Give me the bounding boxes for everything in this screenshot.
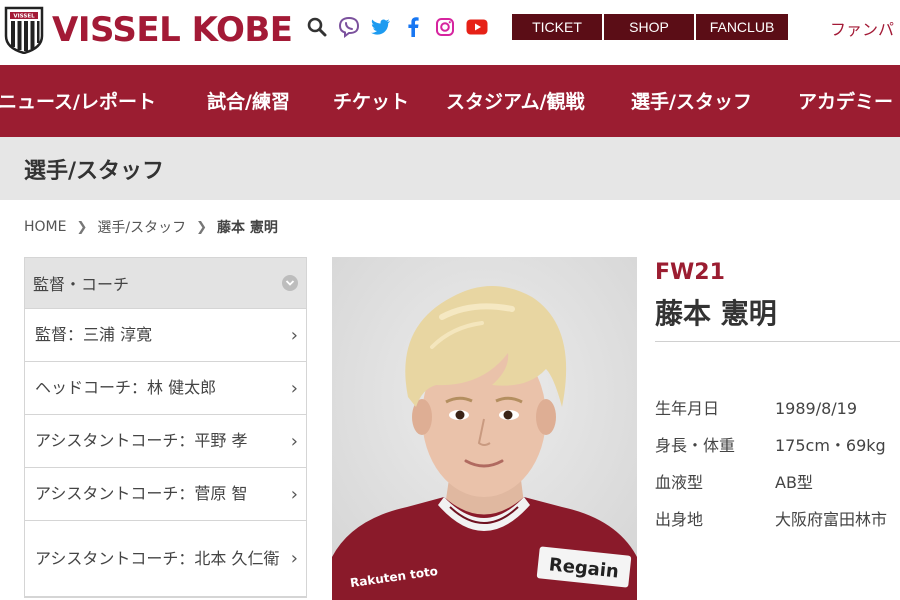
breadcrumb-current: 藤本 憲明 bbox=[217, 220, 278, 236]
twitter-icon[interactable] bbox=[370, 16, 392, 38]
shop-link[interactable]: SHOP bbox=[604, 14, 696, 40]
chevron-down-icon[interactable] bbox=[282, 275, 298, 291]
ticket-link[interactable]: TICKET bbox=[512, 14, 604, 40]
instagram-icon[interactable] bbox=[434, 16, 456, 38]
header-links: TICKET SHOP FANCLUB bbox=[512, 14, 788, 40]
breadcrumb-home[interactable]: HOME bbox=[24, 219, 66, 235]
profile-label: 血液型 bbox=[655, 473, 704, 492]
profile-row-height-weight: 身長・体重 175cm・69kg bbox=[655, 432, 886, 456]
sidebar-item-assistant-kitamoto[interactable]: アシスタントコーチ：北本 久仁衛 › bbox=[25, 521, 306, 597]
nav-item-academy[interactable]: アカデミー bbox=[798, 87, 893, 114]
chevron-right-icon: › bbox=[290, 377, 298, 399]
viber-icon[interactable] bbox=[338, 16, 360, 38]
profile-row-blood-type: 血液型 AB型 bbox=[655, 469, 813, 493]
club-crest-icon: VISSEL bbox=[4, 6, 44, 54]
player-position-number: FW21 bbox=[655, 260, 725, 285]
sidebar-item-label: 監督：三浦 淳寛 bbox=[35, 325, 153, 344]
crest-text: VISSEL bbox=[13, 14, 35, 20]
chevron-right-icon: ❯ bbox=[196, 219, 208, 235]
profile-value: 大阪府富田林市 bbox=[775, 510, 888, 529]
main-nav: ニュース/レポート 試合/練習 チケット スタジアム/観戦 選手/スタッフ アカ… bbox=[0, 65, 900, 137]
page-title-band: 選手/スタッフ bbox=[0, 137, 900, 200]
profile-label: 出身地 bbox=[655, 510, 704, 529]
site-logo[interactable]: VISSEL VISSEL KOBE bbox=[4, 6, 293, 54]
youtube-icon[interactable] bbox=[466, 16, 488, 38]
sidebar-item-label: アシスタントコーチ：菅原 智 bbox=[35, 484, 248, 503]
search-icon[interactable] bbox=[306, 16, 328, 38]
profile-label: 身長・体重 bbox=[655, 436, 736, 455]
nav-item-news[interactable]: ニュース/レポート bbox=[0, 87, 156, 114]
facebook-icon[interactable] bbox=[402, 16, 424, 38]
profile-value: 175cm・69kg bbox=[775, 436, 886, 455]
player-photo: Regain Rakuten toto bbox=[332, 257, 637, 600]
nav-item-players[interactable]: 選手/スタッフ bbox=[631, 87, 752, 114]
sidebar-item-head-coach[interactable]: ヘッドコーチ：林 健太郎 › bbox=[25, 362, 306, 415]
sidebar-item-label: アシスタントコーチ：平野 孝 bbox=[35, 431, 248, 450]
site-header: VISSEL VISSEL KOBE TICKET SHOP FANCLUB フ… bbox=[0, 0, 900, 65]
profile-row-birthplace: 出身地 大阪府富田林市 bbox=[655, 506, 887, 530]
nav-item-matches[interactable]: 試合/練習 bbox=[207, 87, 290, 114]
breadcrumb-section[interactable]: 選手/スタッフ bbox=[97, 217, 186, 237]
chevron-right-icon: › bbox=[290, 430, 298, 452]
sidebar-item-manager[interactable]: 監督：三浦 淳寛 › bbox=[25, 309, 306, 362]
sidebar-item-assistant-hirano[interactable]: アシスタントコーチ：平野 孝 › bbox=[25, 415, 306, 468]
profile-label: 生年月日 bbox=[655, 399, 720, 418]
staff-sidebar: 監督・コーチ 監督：三浦 淳寛 › ヘッドコーチ：林 健太郎 › アシスタントコ… bbox=[24, 257, 307, 598]
chevron-right-icon: › bbox=[290, 483, 298, 505]
fan-park-link[interactable]: ファンパ bbox=[830, 16, 894, 40]
social-icons bbox=[306, 16, 488, 38]
page-title: 選手/スタッフ bbox=[24, 159, 165, 184]
profile-divider bbox=[655, 341, 900, 342]
sidebar-heading-label: 監督・コーチ bbox=[33, 275, 130, 294]
nav-item-stadium[interactable]: スタジアム/観戦 bbox=[446, 87, 585, 114]
nav-item-tickets[interactable]: チケット bbox=[333, 87, 409, 114]
logo-text: VISSEL KOBE bbox=[52, 10, 293, 50]
breadcrumb: HOME ❯ 選手/スタッフ ❯ 藤本 憲明 bbox=[24, 217, 278, 237]
sidebar-item-label: ヘッドコーチ：林 健太郎 bbox=[35, 378, 217, 397]
player-name: 藤本 憲明 bbox=[655, 297, 777, 330]
profile-value: 1989/8/19 bbox=[775, 399, 858, 418]
profile-row-birthdate: 生年月日 1989/8/19 bbox=[655, 395, 857, 419]
chevron-right-icon: › bbox=[290, 548, 298, 569]
sidebar-item-label: アシスタントコーチ：北本 久仁衛 bbox=[35, 548, 280, 568]
fanclub-link[interactable]: FANCLUB bbox=[696, 14, 788, 40]
profile-value: AB型 bbox=[775, 473, 813, 492]
chevron-right-icon: ❯ bbox=[76, 219, 88, 235]
sidebar-heading[interactable]: 監督・コーチ bbox=[25, 258, 306, 309]
chevron-right-icon: › bbox=[290, 324, 298, 346]
sidebar-item-assistant-sugawara[interactable]: アシスタントコーチ：菅原 智 › bbox=[25, 468, 306, 521]
